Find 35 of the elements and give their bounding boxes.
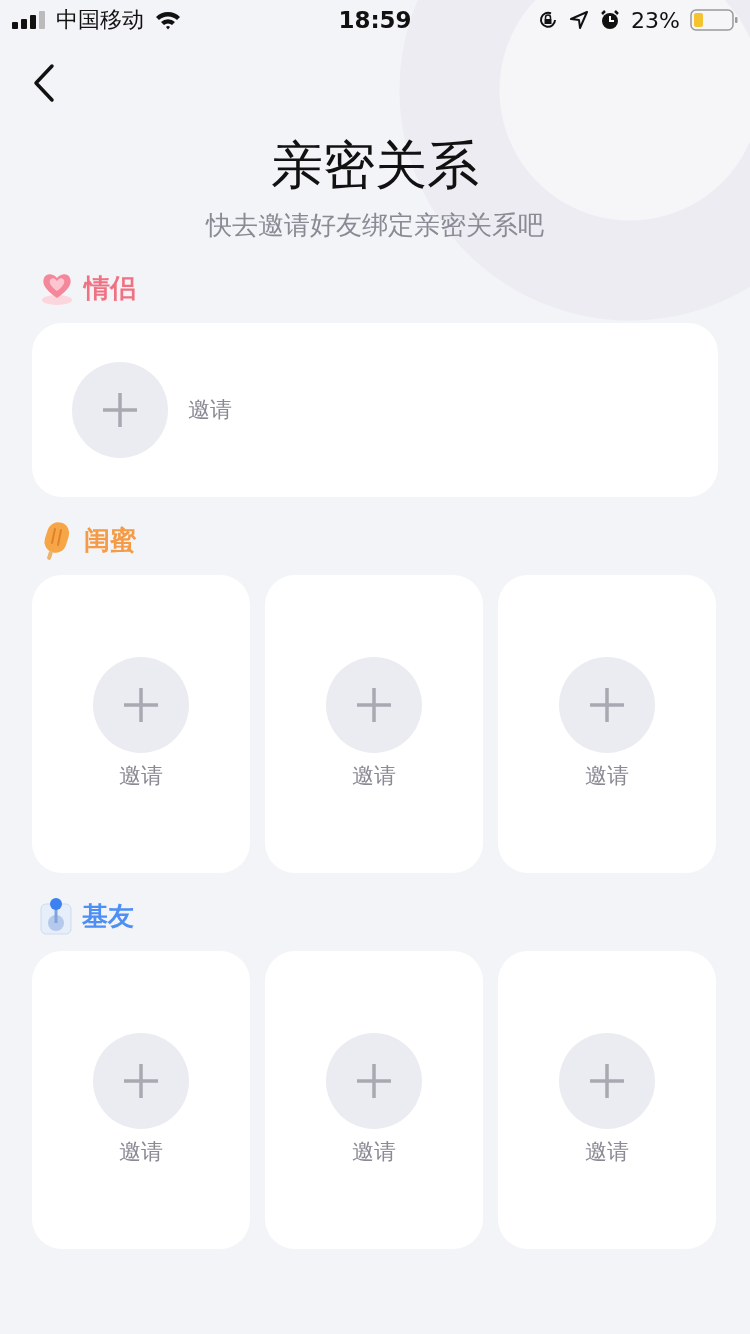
- plus-icon[interactable]: [93, 1033, 189, 1129]
- plus-icon[interactable]: [559, 1033, 655, 1129]
- plus-icon[interactable]: [326, 1033, 422, 1129]
- battery-percent: 23%: [631, 7, 680, 33]
- invite-card[interactable]: 邀请: [32, 575, 250, 873]
- invite-card[interactable]: 邀请: [32, 951, 250, 1249]
- page-title: 亲密关系: [270, 134, 480, 197]
- page-subtitle: 快去邀请好友绑定亲密关系吧: [204, 209, 545, 242]
- wifi-icon: [154, 10, 182, 30]
- battery-icon: [690, 9, 738, 31]
- section-title: 情侣: [84, 271, 136, 305]
- invite-card[interactable]: 邀请: [498, 575, 716, 873]
- invite-label: 邀请: [352, 762, 396, 790]
- invite-label: 邀请: [188, 396, 232, 424]
- carrier-name: 中国移动: [56, 6, 144, 34]
- invite-card[interactable]: 邀请: [32, 323, 718, 497]
- invite-label: 邀请: [585, 762, 629, 790]
- plus-icon[interactable]: [93, 657, 189, 753]
- signal-icon: [12, 11, 46, 29]
- plus-icon[interactable]: [326, 657, 422, 753]
- joystick-icon: [38, 896, 74, 936]
- invite-label: 邀请: [119, 1138, 163, 1166]
- back-icon[interactable]: [32, 62, 56, 103]
- invite-label: 邀请: [352, 1138, 396, 1166]
- location-icon: [569, 10, 590, 30]
- status-time: 18:59: [338, 7, 412, 33]
- section-title: 基友: [82, 899, 134, 933]
- section-title: 闺蜜: [84, 523, 136, 557]
- invite-label: 邀请: [585, 1138, 629, 1166]
- invite-label: 邀请: [119, 762, 163, 790]
- plus-icon[interactable]: [559, 657, 655, 753]
- plus-icon[interactable]: [72, 362, 168, 458]
- invite-card[interactable]: 邀请: [498, 951, 716, 1249]
- invite-card[interactable]: 邀请: [265, 575, 483, 873]
- invite-card[interactable]: 邀请: [265, 951, 483, 1249]
